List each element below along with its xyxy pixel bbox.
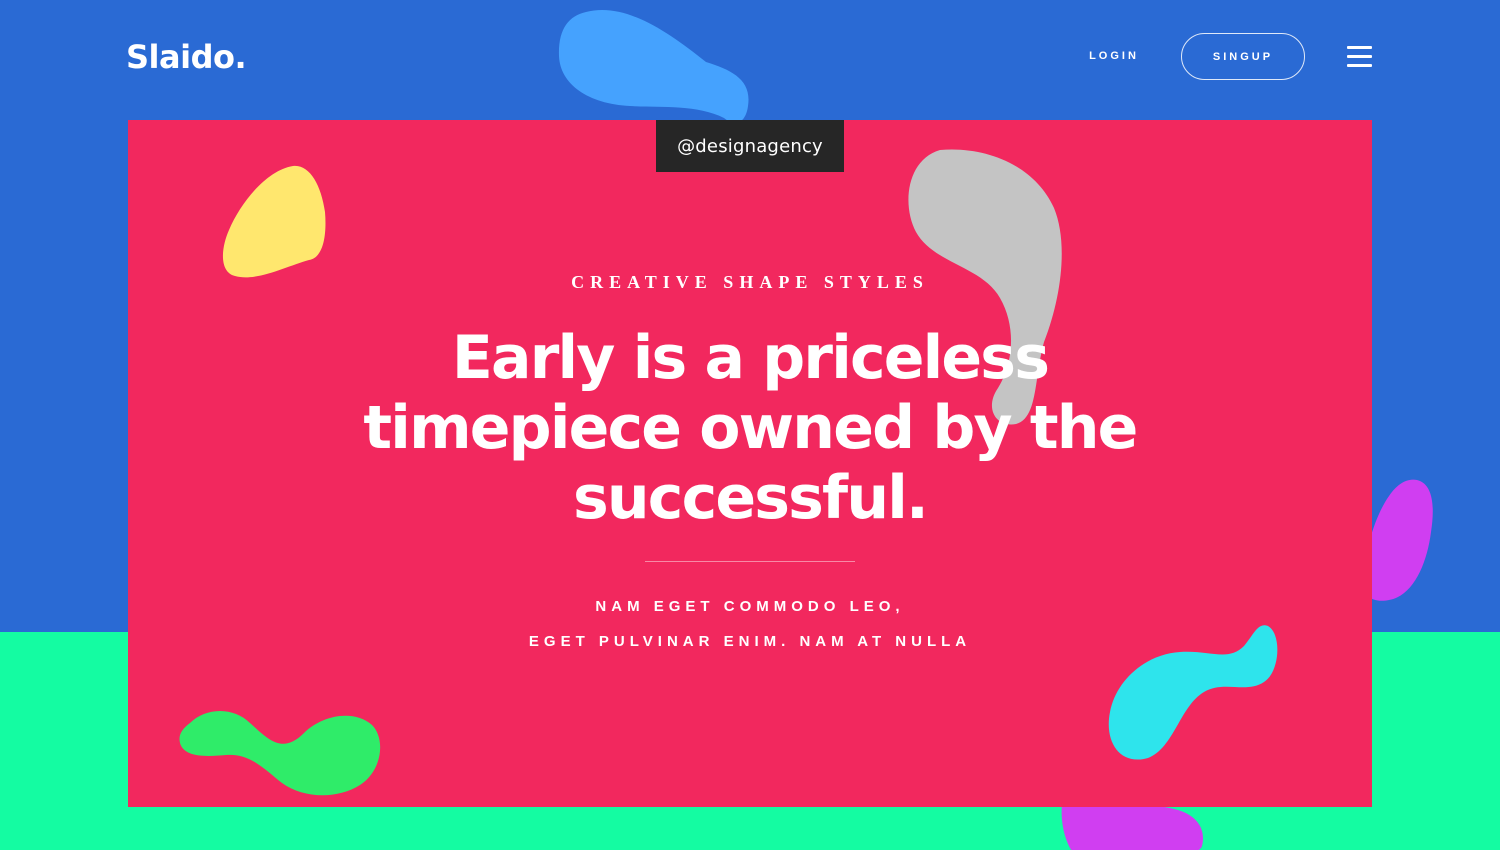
brand-logo[interactable]: Slaido. <box>126 38 247 76</box>
hero-subline-1: NAM EGET COMMODO LEO, <box>595 598 905 615</box>
hero-headline: Early is a priceless timepiece owned by … <box>363 323 1138 533</box>
divider-line <box>645 561 855 562</box>
blue-blob-shape <box>558 10 749 123</box>
eyebrow-text: CREATIVE SHAPE STYLES <box>571 272 929 292</box>
signup-button[interactable]: SINGUP <box>1181 33 1305 80</box>
handle-tag[interactable]: @designagency <box>656 120 844 172</box>
purple-blob-bottom-shape <box>1061 802 1203 850</box>
hero-card: @designagency CREATIVE SHAPE STYLES Earl… <box>128 120 1372 807</box>
hamburger-menu-icon[interactable] <box>1347 46 1373 68</box>
login-button[interactable]: LOGIN <box>1074 33 1154 79</box>
green-blob-shape <box>179 711 381 796</box>
yellow-blob-shape <box>222 165 326 278</box>
hero-subline-2: EGET PULVINAR ENIM. NAM AT NULLA <box>528 633 972 650</box>
